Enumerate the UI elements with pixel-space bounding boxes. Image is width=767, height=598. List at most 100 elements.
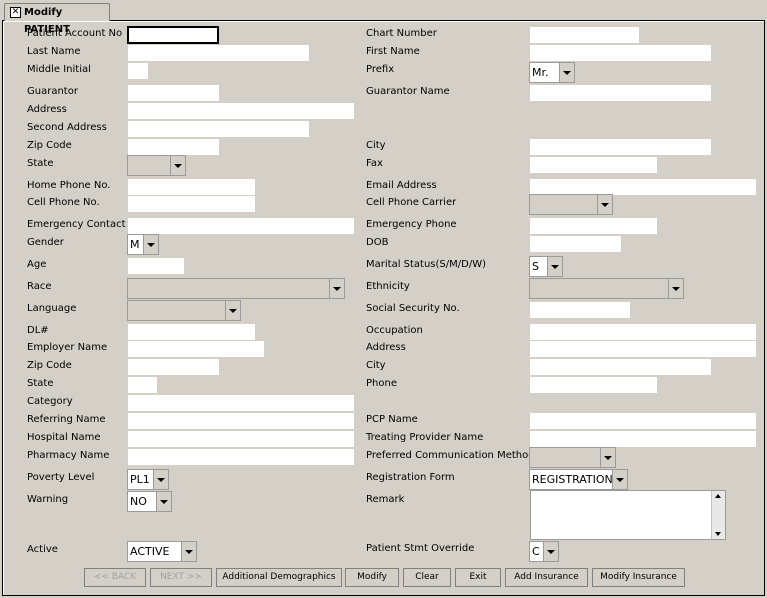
employer-zip-input[interactable]: [128, 359, 219, 375]
stmt-override-select[interactable]: C: [529, 541, 559, 562]
label-address: Address: [27, 104, 67, 115]
cell-phone-input[interactable]: [128, 196, 255, 212]
employer-phone-input[interactable]: [530, 377, 657, 393]
address-input[interactable]: [128, 103, 354, 119]
label-employer-zip: Zip Code: [27, 360, 72, 371]
employer-state-input[interactable]: [128, 377, 157, 393]
cell-phone-carrier-select[interactable]: [529, 194, 613, 215]
warning-value: NO: [130, 495, 147, 508]
state-select[interactable]: [127, 155, 186, 176]
label-chart-number: Chart Number: [366, 28, 437, 39]
pcp-name-input[interactable]: [530, 413, 756, 429]
chevron-down-icon[interactable]: [559, 63, 574, 82]
chevron-down-icon[interactable]: [181, 542, 196, 561]
marital-status-select[interactable]: S: [529, 256, 563, 277]
prefix-value: Mr.: [532, 66, 549, 79]
category-input[interactable]: [128, 395, 354, 411]
next-button[interactable]: NEXT >>: [150, 568, 212, 587]
hospital-name-input[interactable]: [128, 431, 354, 447]
chevron-down-icon[interactable]: [668, 279, 683, 298]
chart-number-input[interactable]: [530, 27, 639, 43]
label-second-address: Second Address: [27, 122, 107, 133]
label-referring-name: Referring Name: [27, 414, 106, 425]
chevron-down-icon[interactable]: [329, 279, 344, 298]
poverty-level-select[interactable]: PL1: [127, 469, 169, 490]
race-select[interactable]: [127, 278, 345, 299]
language-select[interactable]: [127, 300, 241, 321]
label-pcp-name: PCP Name: [366, 414, 418, 425]
zip-code-input[interactable]: [128, 139, 219, 155]
chevron-down-icon[interactable]: [547, 257, 562, 276]
back-button[interactable]: << BACK: [84, 568, 146, 587]
chevron-down-icon[interactable]: [597, 195, 612, 214]
label-active: Active: [27, 544, 58, 555]
age-input[interactable]: [128, 258, 184, 274]
registration-form-select[interactable]: REGISTRATION: [529, 469, 628, 490]
guarantor-name-input[interactable]: [530, 85, 711, 101]
label-stmt-override: Patient Stmt Override: [366, 543, 475, 554]
label-hospital-name: Hospital Name: [27, 432, 101, 443]
chevron-down-icon[interactable]: [153, 470, 168, 489]
scroll-up-icon[interactable]: [715, 494, 721, 498]
employer-city-input[interactable]: [530, 359, 711, 375]
active-value: ACTIVE: [130, 545, 170, 558]
gender-select[interactable]: M: [127, 234, 159, 255]
home-phone-input[interactable]: [128, 179, 255, 195]
chevron-down-icon[interactable]: [143, 235, 158, 254]
label-first-name: First Name: [366, 46, 420, 57]
chevron-down-icon[interactable]: [156, 492, 171, 511]
prefix-select[interactable]: Mr.: [529, 62, 575, 83]
remark-textarea[interactable]: [530, 490, 726, 540]
chevron-down-icon[interactable]: [225, 301, 240, 320]
label-warning: Warning: [27, 494, 69, 505]
label-employer-address: Address: [366, 342, 406, 353]
chevron-down-icon[interactable]: [612, 470, 627, 489]
chevron-down-icon[interactable]: [543, 542, 558, 561]
close-icon[interactable]: ✕: [10, 7, 21, 18]
label-city: City: [366, 140, 386, 151]
employer-name-input[interactable]: [128, 341, 264, 357]
warning-select[interactable]: NO: [127, 491, 172, 512]
label-employer-city: City: [366, 360, 386, 371]
occupation-input[interactable]: [530, 324, 756, 340]
ssn-input[interactable]: [530, 302, 630, 318]
clear-button[interactable]: Clear: [403, 568, 451, 587]
patient-account-no-input[interactable]: [127, 26, 219, 44]
treating-provider-input[interactable]: [530, 431, 756, 447]
chevron-down-icon[interactable]: [170, 156, 185, 175]
remark-scrollbar[interactable]: [711, 491, 725, 539]
middle-initial-input[interactable]: [128, 63, 148, 79]
guarantor-input[interactable]: [128, 85, 219, 101]
scroll-down-icon[interactable]: [715, 532, 721, 536]
ethnicity-select[interactable]: [529, 278, 684, 299]
dl-input[interactable]: [128, 324, 255, 340]
label-dl: DL#: [27, 325, 49, 336]
modify-insurance-button[interactable]: Modify Insurance: [592, 568, 685, 587]
label-treating-provider: Treating Provider Name: [366, 432, 484, 443]
last-name-input[interactable]: [128, 45, 309, 61]
fax-input[interactable]: [530, 157, 657, 173]
chevron-down-icon[interactable]: [600, 448, 615, 467]
dob-input[interactable]: [530, 236, 621, 252]
emergency-phone-input[interactable]: [530, 218, 657, 234]
first-name-input[interactable]: [530, 45, 711, 61]
active-select[interactable]: ACTIVE: [127, 541, 197, 562]
tab-modify-patient[interactable]: ✕ Modify PATIENT: [4, 3, 110, 35]
add-insurance-button[interactable]: Add Insurance: [505, 568, 588, 587]
city-input[interactable]: [530, 139, 711, 155]
referring-name-input[interactable]: [128, 413, 354, 429]
label-employer-phone: Phone: [366, 378, 397, 389]
modify-button[interactable]: Modify: [345, 568, 399, 587]
label-category: Category: [27, 396, 73, 407]
preferred-communication-select[interactable]: [529, 447, 616, 468]
emergency-contact-input[interactable]: [128, 218, 354, 234]
label-guarantor: Guarantor: [27, 86, 78, 97]
label-fax: Fax: [366, 158, 383, 169]
exit-button[interactable]: Exit: [455, 568, 501, 587]
email-input[interactable]: [530, 179, 756, 195]
second-address-input[interactable]: [128, 121, 309, 137]
pharmacy-name-input[interactable]: [128, 449, 354, 465]
employer-address-input[interactable]: [530, 341, 756, 357]
additional-demographics-button[interactable]: Additional Demographics: [216, 568, 342, 587]
label-home-phone: Home Phone No.: [27, 180, 111, 191]
